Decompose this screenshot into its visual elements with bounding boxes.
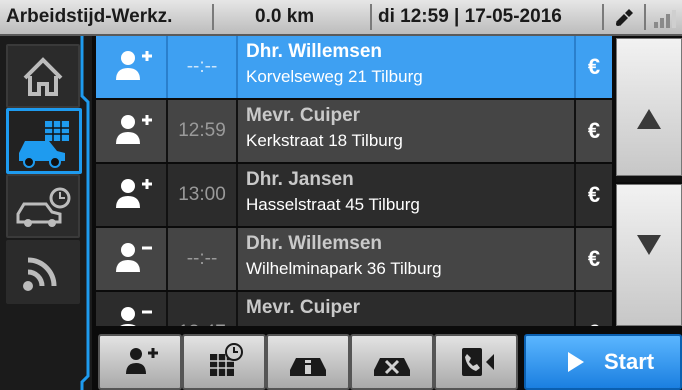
- scroll-up-button[interactable]: [616, 38, 682, 176]
- status-divider: [370, 4, 372, 30]
- ride-address-cell: Dhr. Willemsen Korvelseweg 21 Tilburg: [238, 36, 574, 98]
- car-cancel-icon: [374, 358, 410, 376]
- sidebar-item-home[interactable]: [6, 44, 80, 108]
- satellite-icon: [616, 9, 633, 26]
- passenger-name: Dhr. Willemsen: [246, 233, 383, 254]
- calendar-clock-icon: [210, 343, 243, 376]
- scroll-down-button[interactable]: [616, 184, 682, 326]
- scroll-divider: [616, 176, 682, 182]
- triangle-up-icon: [637, 109, 661, 129]
- phone-incoming-icon: [462, 348, 494, 376]
- ride-type-cell: [96, 100, 166, 162]
- passenger-address: Wilhelminapark 36 Tilburg: [246, 259, 442, 278]
- payment-euro-icon: €: [576, 302, 612, 326]
- scrollbar: [614, 36, 682, 326]
- mode-label: Arbeidstijd-Werkz.: [6, 6, 173, 27]
- person-minus-icon: [120, 307, 152, 326]
- status-divider: [212, 4, 214, 30]
- person-plus-icon: [116, 179, 152, 208]
- ride-time: 12:59: [178, 120, 226, 141]
- person-minus-icon: [116, 243, 152, 272]
- person-plus-icon: [116, 115, 152, 144]
- ride-row[interactable]: 13:00 Dhr. Jansen Hasselstraat 45 Tilbur…: [96, 164, 612, 226]
- ride-info-button[interactable]: [266, 334, 350, 390]
- start-button[interactable]: Start: [524, 334, 682, 390]
- ride-time: --:--: [186, 56, 218, 77]
- payment-euro-icon: €: [587, 54, 601, 79]
- ride-type-cell: [96, 36, 166, 98]
- ride-time: 13:00: [178, 184, 226, 205]
- status-divider: [644, 4, 646, 30]
- schedule-button[interactable]: [182, 334, 266, 390]
- passenger-address: Kerkstraat 18 Tilburg: [246, 131, 403, 150]
- bottom-toolbar: Start: [92, 330, 682, 390]
- passenger-name: Dhr. Willemsen: [246, 41, 383, 62]
- status-divider: [602, 4, 604, 30]
- call-button[interactable]: [434, 334, 518, 390]
- ride-time: --:--: [186, 248, 218, 269]
- passenger-name: Mevr. Cuiper: [246, 105, 361, 126]
- ride-type-cell: [96, 228, 166, 290]
- sidebar-item-planning[interactable]: [6, 108, 82, 174]
- ride-row[interactable]: 12:59 Mevr. Cuiper Kerkstraat 18 Tilburg…: [96, 100, 612, 162]
- wifi-signal-icon: [23, 257, 57, 291]
- passenger-name: Dhr. Jansen: [246, 169, 354, 190]
- ride-address-cell: Mevr. Cuiper: [238, 292, 574, 326]
- ride-row[interactable]: --:-- Dhr. Willemsen Korvelseweg 21 Tilb…: [96, 36, 612, 98]
- car-info-icon: [290, 358, 326, 376]
- sidebar-item-ride-time[interactable]: [6, 174, 80, 238]
- sidebar: [0, 36, 92, 390]
- person-plus-icon: [126, 348, 158, 374]
- ride-row[interactable]: 13:47 Mevr. Cuiper €: [96, 292, 612, 326]
- passenger-address: Hasselstraat 45 Tilburg: [246, 195, 420, 214]
- ride-type-cell: [96, 292, 166, 326]
- cancel-ride-button[interactable]: [350, 334, 434, 390]
- distance-label: 0.0 km: [255, 6, 315, 27]
- ride-row[interactable]: --:-- Dhr. Willemsen Wilhelminapark 36 T…: [96, 228, 612, 290]
- ride-list: --:-- Dhr. Willemsen Korvelseweg 21 Tilb…: [96, 36, 612, 326]
- ride-time: 13:47: [168, 302, 236, 326]
- ride-address-cell: Mevr. Cuiper Kerkstraat 18 Tilburg: [238, 100, 574, 162]
- payment-euro-icon: €: [587, 182, 601, 207]
- payment-euro-icon: €: [587, 246, 601, 271]
- passenger-name: Mevr. Cuiper: [246, 297, 361, 318]
- ride-address-cell: Dhr. Jansen Hasselstraat 45 Tilburg: [238, 164, 574, 226]
- car-clock-icon: [16, 187, 71, 227]
- payment-euro-icon: €: [587, 118, 601, 143]
- ride-address-cell: Dhr. Willemsen Wilhelminapark 36 Tilburg: [238, 228, 574, 290]
- add-passenger-button[interactable]: [98, 334, 182, 390]
- person-plus-icon: [116, 51, 152, 80]
- passenger-address: Korvelseweg 21 Tilburg: [246, 67, 423, 86]
- home-icon: [23, 57, 63, 96]
- start-label: Start: [604, 349, 655, 374]
- datetime-label: di 12:59 | 17-05-2016: [378, 6, 562, 27]
- play-icon: [568, 352, 584, 372]
- car-calendar-icon: [19, 121, 69, 168]
- status-bar: Arbeidstijd-Werkz. 0.0 km di 12:59 | 17-…: [0, 0, 682, 36]
- ride-type-cell: [96, 164, 166, 226]
- sidebar-item-connection[interactable]: [6, 240, 80, 304]
- triangle-down-icon: [637, 235, 661, 255]
